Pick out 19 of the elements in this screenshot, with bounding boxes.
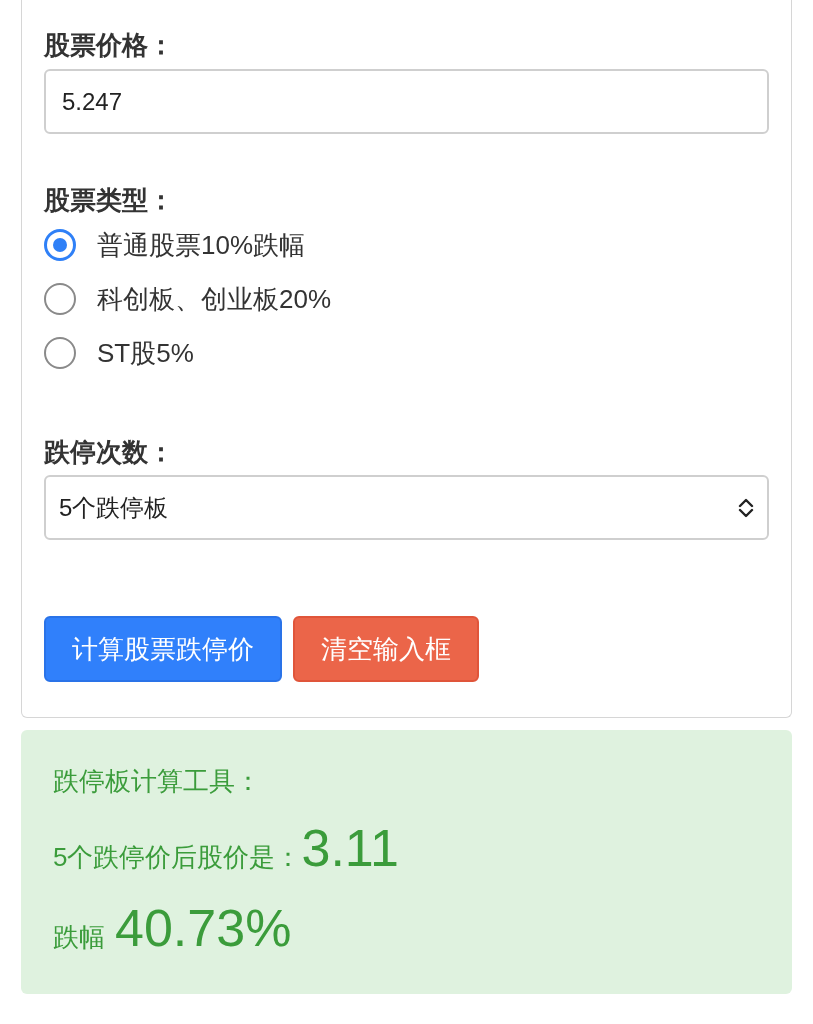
radio-label[interactable]: 普通股票10%跌幅 (97, 227, 306, 263)
field-label: 股票类型： (44, 184, 175, 217)
result-label: 5个跌停价后股价是： (53, 841, 302, 874)
result-label: 跌幅 (53, 921, 105, 954)
count-select[interactable]: 5个跌停板 (44, 475, 769, 540)
field-label: 跌停次数： (44, 436, 175, 469)
result-price: 3.11 (301, 818, 399, 878)
price-input[interactable]: 5.247 (44, 69, 769, 134)
field-label: 股票价格： (44, 29, 175, 62)
up-down-chevron-icon (737, 497, 755, 518)
radio-button[interactable] (44, 337, 76, 369)
radio-label[interactable]: ST股5% (97, 335, 194, 371)
result-title: 跌停板计算工具： (53, 765, 262, 798)
radio-button[interactable] (44, 283, 76, 315)
result-drop-percent: 40.73% (115, 898, 292, 958)
calculate-button[interactable]: 计算股票跌停价 (44, 616, 282, 682)
select-value: 5个跌停板 (59, 492, 169, 523)
radio-button[interactable] (44, 229, 76, 261)
radio-label[interactable]: 科创板、创业板20% (97, 281, 332, 317)
